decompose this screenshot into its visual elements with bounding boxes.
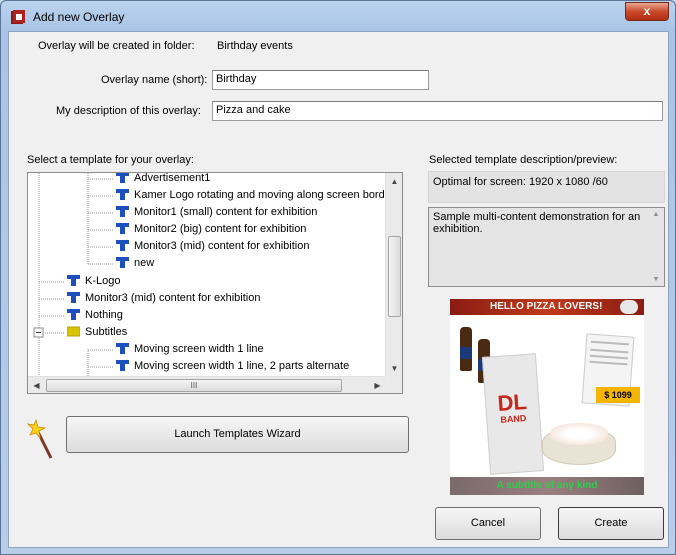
tree-item[interactable]: K-Logo [67, 273, 120, 290]
screen-info-box: Optimal for screen: 1920 x 1080 /60 [428, 171, 665, 203]
tree-item[interactable]: Advertisement1 [116, 173, 210, 187]
template-description-text: Sample multi-content demonstration for a… [433, 211, 641, 235]
close-button[interactable]: x [625, 2, 669, 21]
tree-item-label: Monitor2 (big) content for exhibition [134, 223, 307, 235]
cake-top [550, 423, 608, 445]
tree-item[interactable]: Nothing [67, 307, 123, 324]
description-scroll-down[interactable]: ▼ [649, 276, 663, 283]
folder-icon [67, 326, 80, 337]
tree-item-label: Monitor1 (small) content for exhibition [134, 206, 318, 218]
template-tree[interactable]: Advertisement1 Kamer Logo rotating and m… [27, 172, 403, 394]
preview-subtitle-strip: A subtitle of any kind [450, 477, 644, 495]
bottle-label [460, 347, 472, 359]
preview-banner: HELLO PIZZA LOVERS! [450, 299, 644, 315]
tree-item[interactable]: Monitor3 (mid) content for exhibition [67, 290, 260, 307]
template-icon [116, 205, 129, 217]
tree-item-label: Monitor3 (mid) content for exhibition [134, 240, 310, 252]
template-icon [116, 359, 129, 371]
template-icon [116, 222, 129, 234]
scroll-right-arrow[interactable]: ▶ [369, 377, 386, 394]
tree-item-label: Monitor3 (mid) content for exhibition [85, 292, 261, 304]
tree-item-label: Moving screen width 1 line, 2 parts alte… [134, 360, 350, 372]
template-preview-image: HELLO PIZZA LOVERS! $ 1099 DL BAND A sub… [450, 299, 644, 495]
tree-item-label: K-Logo [85, 275, 121, 287]
description-scroll-up[interactable]: ▲ [649, 211, 663, 218]
cancel-button[interactable]: Cancel [435, 507, 541, 540]
template-icon [116, 342, 129, 354]
pizza-logo [620, 300, 638, 314]
tree-item-label: Kamer Logo rotating and moving along scr… [134, 189, 386, 201]
scroll-left-arrow[interactable]: ◀ [28, 377, 45, 394]
tree-item[interactable]: Monitor1 (small) content for exhibition [116, 204, 317, 221]
preview-section-label: Selected template description/preview: [429, 154, 618, 166]
folder-label: Overlay will be created in folder: [38, 40, 195, 52]
tree-item[interactable]: Monitor3 (mid) content for exhibition [116, 238, 309, 255]
window-title: Add new Overlay [33, 10, 125, 24]
template-icon [116, 239, 129, 251]
title-bar[interactable]: Add new Overlay x [1, 1, 675, 31]
scrollbar-corner [385, 376, 402, 393]
template-icon [67, 308, 80, 320]
poster-card: DL BAND [481, 353, 545, 475]
template-icon [67, 291, 80, 303]
scroll-down-arrow[interactable]: ▼ [386, 360, 403, 377]
app-icon [11, 10, 25, 24]
dialog-body: Overlay will be created in folder: Birth… [8, 31, 669, 548]
template-icon [67, 274, 80, 286]
tree-item[interactable]: Monitor2 (big) content for exhibition [116, 221, 306, 238]
folder-value: Birthday events [217, 40, 293, 52]
launch-wizard-button[interactable]: Launch Templates Wizard [66, 416, 409, 453]
overlay-name-label: Overlay name (short): [101, 74, 208, 86]
overlay-description-label: My description of this overlay: [56, 105, 201, 117]
overlay-name-input[interactable]: Birthday [212, 70, 429, 90]
tree-item-label: new [134, 257, 155, 269]
scroll-up-arrow[interactable]: ▲ [386, 173, 403, 190]
tree-vertical-scrollbar[interactable]: ▲ ▼ [385, 173, 402, 377]
tree-item[interactable]: Moving screen width 1 line [116, 341, 264, 358]
tree-item-label: Nothing [85, 309, 123, 321]
tree-horizontal-scrollbar[interactable]: ◀ III ▶ [28, 376, 386, 393]
template-icon [116, 256, 129, 268]
magic-wand-icon [27, 418, 53, 459]
template-icon [116, 188, 129, 200]
tree-folder[interactable]: Subtitles [67, 324, 127, 341]
tree-folder-label: Subtitles [85, 326, 128, 338]
vertical-scroll-thumb[interactable] [388, 236, 401, 317]
template-description-box[interactable]: Sample multi-content demonstration for a… [428, 207, 665, 287]
tree-item-label: Advertisement1 [134, 173, 211, 184]
poster-subtitle: BAND [500, 413, 527, 425]
overlay-description-input[interactable]: Pizza and cake [212, 101, 663, 121]
create-button[interactable]: Create [558, 507, 664, 540]
dialog-window: Add new Overlay x Overlay will be create… [0, 0, 676, 555]
tree-item-label: Moving screen width 1 line [134, 343, 264, 355]
tree-item[interactable]: Moving screen width 1 line, 2 parts alte… [116, 358, 349, 375]
tree-item[interactable]: new [116, 255, 154, 272]
template-icon [116, 173, 129, 183]
tree-viewport: Advertisement1 Kamer Logo rotating and m… [28, 173, 386, 377]
template-section-label: Select a template for your overlay: [27, 154, 194, 166]
price-tag: $ 1099 [596, 387, 640, 403]
horizontal-scroll-thumb[interactable]: III [46, 379, 342, 392]
tree-item[interactable]: Kamer Logo rotating and moving along scr… [116, 187, 386, 204]
